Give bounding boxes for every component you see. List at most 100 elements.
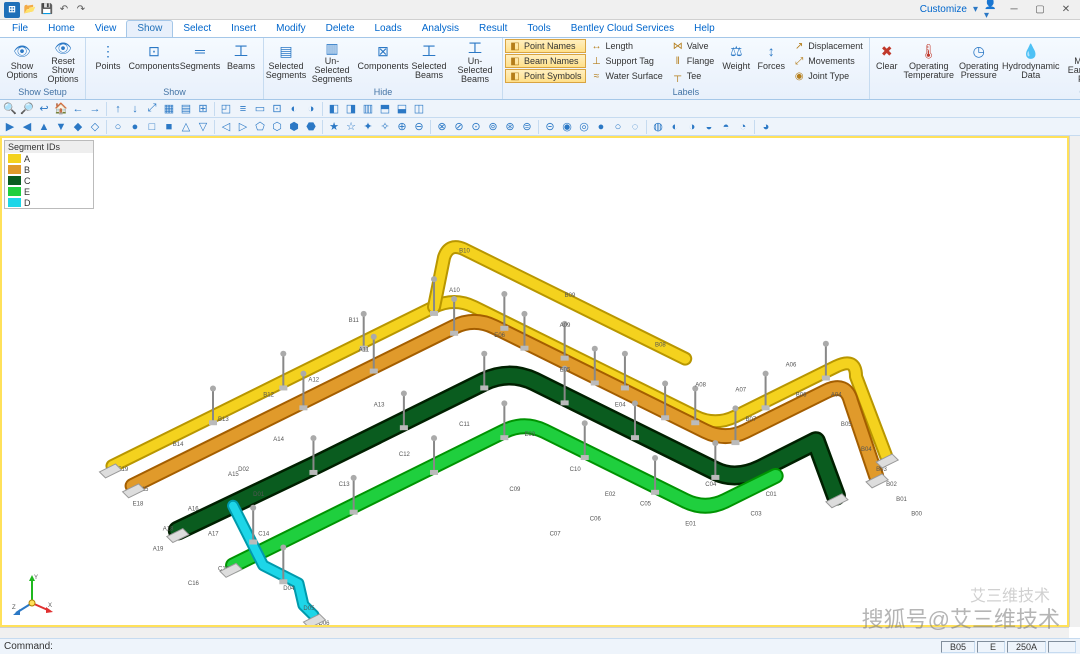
toolbar-button[interactable]: ◎ bbox=[576, 119, 592, 135]
toolbar-button[interactable]: ▷ bbox=[235, 119, 251, 135]
menu-tab-file[interactable]: File bbox=[2, 21, 38, 37]
toolbar-button[interactable]: ⊝ bbox=[542, 119, 558, 135]
toolbar-button[interactable]: ◰ bbox=[218, 101, 234, 117]
selected-segments-button[interactable]: ▤Selected Segments bbox=[266, 39, 306, 85]
point-symbols-button[interactable]: ◧Point Symbols bbox=[505, 69, 586, 83]
toolbar-button[interactable]: ✦ bbox=[360, 119, 376, 135]
tee-button[interactable]: ┬Tee bbox=[668, 69, 719, 83]
toolbar-button[interactable]: 🏠 bbox=[53, 101, 69, 117]
toolbar-button[interactable]: ● bbox=[127, 119, 143, 135]
toolbar-button[interactable]: ↑ bbox=[110, 101, 126, 117]
menu-tab-delete[interactable]: Delete bbox=[316, 21, 365, 37]
toolbar-button[interactable]: ⊚ bbox=[485, 119, 501, 135]
toolbar-button[interactable]: ↩ bbox=[36, 101, 52, 117]
toolbar-button[interactable]: ○ bbox=[610, 119, 626, 135]
toolbar-button[interactable]: ⊡ bbox=[269, 101, 285, 117]
toolbar-button[interactable]: ⊕ bbox=[394, 119, 410, 135]
segments-button[interactable]: ═Segments bbox=[180, 39, 220, 85]
toolbar-button[interactable]: ■ bbox=[161, 119, 177, 135]
support-tag-button[interactable]: ⊥Support Tag bbox=[587, 54, 667, 68]
components-button[interactable]: ⊡Components bbox=[129, 39, 179, 85]
toolbar-button[interactable]: ▲ bbox=[36, 119, 52, 135]
viewport[interactable]: Segment IDs ABCED B10A10B09A09B11A11E06B… bbox=[0, 136, 1069, 627]
toolbar-button[interactable]: ⊗ bbox=[434, 119, 450, 135]
point-names-button[interactable]: ◧Point Names bbox=[505, 39, 586, 53]
toolbar-button[interactable]: → bbox=[87, 101, 103, 117]
toolbar-button[interactable]: ▤ bbox=[178, 101, 194, 117]
toolbar-button[interactable]: ◨ bbox=[343, 101, 359, 117]
menu-tab-modify[interactable]: Modify bbox=[266, 21, 315, 37]
toolbar-button[interactable]: ⤢ bbox=[144, 101, 160, 117]
toolbar-button[interactable]: ○ bbox=[110, 119, 126, 135]
close-button[interactable]: ✕ bbox=[1056, 3, 1076, 17]
toolbar-button[interactable]: ◁ bbox=[218, 119, 234, 135]
menu-tab-analysis[interactable]: Analysis bbox=[412, 21, 469, 37]
menu-tab-select[interactable]: Select bbox=[173, 21, 221, 37]
toolbar-button[interactable]: ⬠ bbox=[252, 119, 268, 135]
menu-tab-view[interactable]: View bbox=[85, 21, 127, 37]
operating-temperature-button[interactable]: 🌡Operating Temperature bbox=[903, 39, 955, 85]
horizontal-scrollbar[interactable] bbox=[0, 627, 1069, 638]
valve-button[interactable]: ⋈Valve bbox=[668, 39, 719, 53]
menu-tab-help[interactable]: Help bbox=[684, 21, 725, 37]
water-surface-button[interactable]: ≈Water Surface bbox=[587, 69, 667, 83]
joint-type-button[interactable]: ◉Joint Type bbox=[789, 69, 867, 83]
toolbar-button[interactable]: ● bbox=[593, 119, 609, 135]
toolbar-button[interactable]: ▼ bbox=[53, 119, 69, 135]
toolbar-button[interactable]: ◕ bbox=[758, 119, 774, 135]
toolbar-button[interactable]: △ bbox=[178, 119, 194, 135]
unselected-segments-button[interactable]: ▥Un-Selected Segments bbox=[307, 39, 357, 85]
toolbar-button[interactable]: ◐ bbox=[667, 119, 683, 135]
user-icon[interactable]: 👤▾ bbox=[984, 3, 998, 17]
qat-save-icon[interactable]: 💾 bbox=[40, 3, 54, 17]
toolbar-button[interactable]: ★ bbox=[326, 119, 342, 135]
beams-button[interactable]: 工Beams bbox=[221, 39, 261, 85]
toolbar-button[interactable]: ◀ bbox=[19, 119, 35, 135]
maximize-button[interactable]: ▢ bbox=[1030, 3, 1050, 17]
qat-redo-icon[interactable]: ↷ bbox=[74, 3, 88, 17]
toolbar-button[interactable]: ⊞ bbox=[195, 101, 211, 117]
menu-tab-loads[interactable]: Loads bbox=[365, 21, 412, 37]
menu-tab-insert[interactable]: Insert bbox=[221, 21, 266, 37]
toolbar-button[interactable]: ◐ bbox=[286, 101, 302, 117]
toolbar-button[interactable]: ◍ bbox=[650, 119, 666, 135]
member-eq-factor-button[interactable]: 〰Member Earthquake Factor bbox=[1060, 39, 1080, 85]
toolbar-button[interactable]: ⊜ bbox=[519, 119, 535, 135]
customize-link[interactable]: Customize bbox=[920, 4, 967, 15]
minimize-button[interactable]: ─ bbox=[1004, 3, 1024, 17]
operating-pressure-button[interactable]: ◷Operating Pressure bbox=[956, 39, 1002, 85]
toolbar-button[interactable]: ◧ bbox=[326, 101, 342, 117]
displacement-button[interactable]: ↗Displacement bbox=[789, 39, 867, 53]
clear-button[interactable]: ✖Clear bbox=[872, 39, 902, 85]
qat-undo-icon[interactable]: ↶ bbox=[57, 3, 71, 17]
length-button[interactable]: ↔Length bbox=[587, 39, 667, 53]
toolbar-button[interactable]: 🔎 bbox=[19, 101, 35, 117]
toolbar-button[interactable]: ⊖ bbox=[411, 119, 427, 135]
points-button[interactable]: ⋮Points bbox=[88, 39, 128, 85]
hide-components-button[interactable]: ⊠Components bbox=[358, 39, 408, 85]
show-options-button[interactable]: 👁Show Options bbox=[2, 39, 42, 85]
toolbar-button[interactable]: ↓ bbox=[127, 101, 143, 117]
toolbar-button[interactable]: ▦ bbox=[161, 101, 177, 117]
toolbar-button[interactable]: ▥ bbox=[360, 101, 376, 117]
toolbar-button[interactable]: ◌ bbox=[627, 119, 643, 135]
toolbar-button[interactable]: ◔ bbox=[735, 119, 751, 135]
toolbar-button[interactable]: ◫ bbox=[411, 101, 427, 117]
movements-button[interactable]: ⤢Movements bbox=[789, 54, 867, 68]
toolbar-button[interactable]: ☆ bbox=[343, 119, 359, 135]
selected-beams-button[interactable]: 工Selected Beams bbox=[409, 39, 449, 85]
toolbar-button[interactable]: ⊘ bbox=[451, 119, 467, 135]
menu-tab-result[interactable]: Result bbox=[469, 21, 517, 37]
toolbar-button[interactable]: ▽ bbox=[195, 119, 211, 135]
toolbar-button[interactable]: ◑ bbox=[684, 119, 700, 135]
qat-open-icon[interactable]: 📂 bbox=[23, 3, 37, 17]
vertical-scrollbar[interactable] bbox=[1069, 136, 1080, 627]
toolbar-button[interactable]: ⊛ bbox=[502, 119, 518, 135]
menu-tab-show[interactable]: Show bbox=[126, 20, 173, 37]
forces-button[interactable]: ↕Forces bbox=[754, 39, 788, 85]
toolbar-button[interactable]: ◓ bbox=[718, 119, 734, 135]
toolbar-button[interactable]: ▭ bbox=[252, 101, 268, 117]
toolbar-button[interactable]: ← bbox=[70, 101, 86, 117]
toolbar-button[interactable]: ◆ bbox=[70, 119, 86, 135]
toolbar-button[interactable]: ◇ bbox=[87, 119, 103, 135]
